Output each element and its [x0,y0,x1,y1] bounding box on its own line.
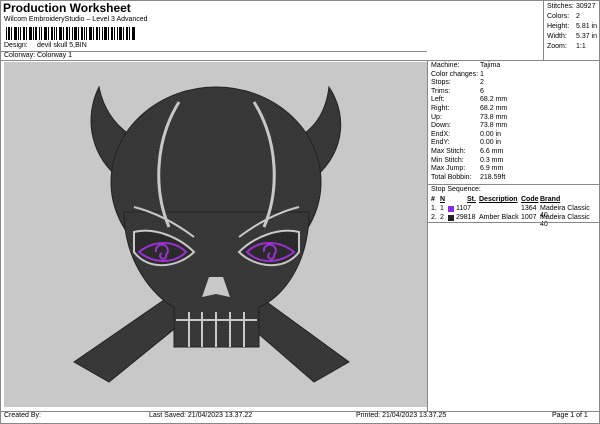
info-label: Down: [431,122,451,130]
stitches-value: 30927 [576,3,596,10]
height-label: Height: [547,23,570,30]
info-label: Max Jump: [431,165,466,173]
created-by: Created By: [4,412,41,419]
design-label: Design: [4,42,28,49]
printed-date: Printed: 21/04/2023 13.37.25 [356,412,447,419]
col-description: Description [479,196,518,203]
zoom-label: Zoom: [547,43,567,50]
info-label: Total Bobbin: [431,173,472,181]
info-label: Left: [431,96,445,104]
row-brand: Madeira Classic 40 [540,214,590,228]
design-preview [4,62,427,407]
info-value: 0.3 mm [480,156,504,164]
info-value: 0.00 in [480,130,502,138]
table-row: 1. 1 1107 1364 Madeira Classic 40 [431,205,596,219]
last-saved: Last Saved: 21/04/2023 13.37.22 [149,412,253,419]
info-value: 73.8 mm [480,113,508,121]
info-label: Up: [431,113,442,121]
colorway-value: Colorway 1 [37,52,73,59]
col-n: N [440,196,446,203]
zoom-value: 1:1 [576,43,586,50]
info-label: Min Stitch: [431,156,464,164]
info-label: Color changes: [431,70,479,78]
width-value: 5.37 in [576,33,598,40]
height-value: 5.81 in [576,23,598,30]
colorway-label: Colorway: [4,52,36,59]
colors-value: 2 [576,13,580,20]
divider [427,60,428,412]
row-code: 1007 [521,214,537,221]
stop-sequence-title: Stop Sequence: [431,186,481,193]
page-title: Production Worksheet [3,1,131,15]
row-num: 1. [431,205,437,212]
row-stitches: 29818 [456,214,476,221]
info-value: 68.2 mm [480,105,508,112]
info-value: 218.59ft [480,173,506,181]
barcode [6,27,135,40]
divider [427,184,600,185]
divider [0,60,600,61]
info-value: 2 [480,79,484,87]
row-code: 1364 [521,205,537,212]
width-label: Width: [547,33,567,40]
color-swatch [448,215,454,221]
row-stitches: 1107 [456,205,472,212]
divider [543,0,544,60]
info-label: Trims: [431,87,451,95]
row-description: Amber Black [479,214,519,221]
info-label: EndY: [431,139,450,147]
info-value: 73.8 mm [480,122,508,130]
design-value: devil skull 5,BIN [37,42,87,49]
colors-label: Colors: [547,13,570,20]
info-value: 1 [480,70,484,78]
info-label: Stops: [431,79,451,87]
info-value: 6 [480,87,484,95]
info-value: 68.2 mm [480,96,508,104]
info-label: Machine: [431,62,460,69]
info-value: 6.9 mm [480,165,504,173]
row-n: 1 [440,205,444,212]
col-brand: Brand [540,196,561,203]
color-swatch [448,206,454,212]
divider [0,411,600,412]
info-label: EndX: [431,130,451,138]
page-number: Page 1 of 1 [552,412,588,419]
software-name: Wilcom EmbroideryStudio – Level 3 Advanc… [4,16,148,23]
col-st: St. [467,196,476,203]
info-value: 0.00 in [480,139,502,147]
info-value: 6.6 mm [480,148,504,155]
row-n: 2 [440,214,444,221]
col-num: # [431,196,435,203]
row-num: 2. [431,214,437,221]
skull-embroidery-image [73,85,350,383]
info-label: Right: [431,105,450,112]
divider [427,222,600,223]
stitches-label: Stitches: [547,3,574,10]
col-code: Code [521,196,539,203]
info-label: Max Stitch: [431,148,466,155]
info-value: Tajima [480,62,501,69]
